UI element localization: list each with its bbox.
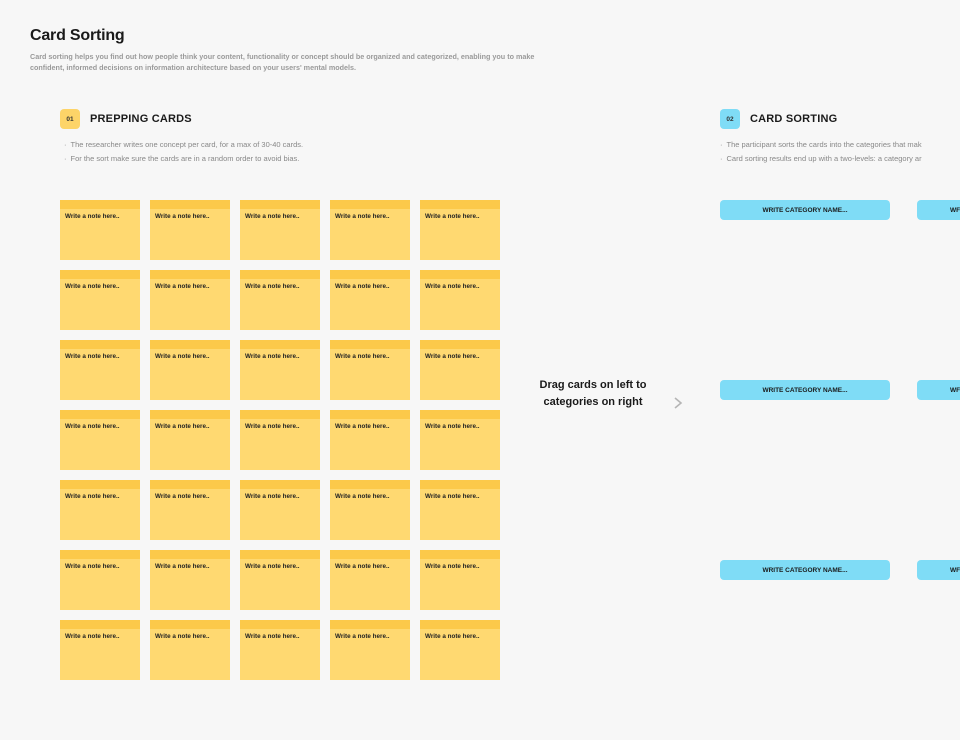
sticky-note-card[interactable]: Write a note here..	[150, 550, 230, 610]
sticky-note-text: Write a note here..	[245, 633, 300, 640]
sticky-note-text: Write a note here..	[65, 493, 120, 500]
sticky-note-card[interactable]: Write a note here..	[240, 200, 320, 260]
sorting-bullets: The participant sorts the cards into the…	[720, 138, 922, 166]
sticky-note-text: Write a note here..	[245, 563, 300, 570]
sticky-note-card[interactable]: Write a note here..	[60, 550, 140, 610]
sticky-note-card[interactable]: Write a note here..	[420, 270, 500, 330]
sticky-note-card[interactable]: Write a note here..	[330, 200, 410, 260]
sticky-note-card[interactable]: Write a note here..	[420, 410, 500, 470]
sticky-note-card[interactable]: Write a note here..	[330, 410, 410, 470]
sticky-note-card[interactable]: Write a note here..	[330, 340, 410, 400]
prepping-bullets: The researcher writes one concept per ca…	[64, 138, 304, 166]
bullet-item: The participant sorts the cards into the…	[720, 138, 922, 152]
sticky-note-text: Write a note here..	[155, 493, 210, 500]
sticky-note-card[interactable]: Write a note here..	[150, 340, 230, 400]
sticky-note-card[interactable]: Write a note here..	[240, 270, 320, 330]
sticky-note-card[interactable]: Write a note here..	[150, 270, 230, 330]
sticky-note-card[interactable]: Write a note here..	[240, 480, 320, 540]
step-badge-01: 01	[60, 109, 80, 129]
sticky-note-text: Write a note here..	[155, 563, 210, 570]
sticky-note-card[interactable]: Write a note here..	[240, 410, 320, 470]
category-label[interactable]: WRITE CATEGORY NAME...	[720, 560, 890, 580]
sticky-note-text: Write a note here..	[335, 423, 390, 430]
sticky-note-card[interactable]: Write a note here..	[60, 480, 140, 540]
page-title: Card Sorting	[30, 27, 125, 44]
sticky-note-card[interactable]: Write a note here..	[240, 340, 320, 400]
sticky-note-text: Write a note here..	[425, 423, 480, 430]
sticky-note-text: Write a note here..	[425, 213, 480, 220]
category-label[interactable]: WF	[917, 200, 960, 220]
sticky-note-text: Write a note here..	[245, 493, 300, 500]
category-label[interactable]: WRITE CATEGORY NAME...	[720, 380, 890, 400]
sticky-note-text: Write a note here..	[155, 353, 210, 360]
sticky-note-card[interactable]: Write a note here..	[330, 620, 410, 680]
chevron-right-icon	[674, 397, 683, 409]
sticky-note-text: Write a note here..	[425, 283, 480, 290]
sticky-note-card[interactable]: Write a note here..	[150, 200, 230, 260]
sticky-note-card[interactable]: Write a note here..	[150, 620, 230, 680]
sticky-note-card[interactable]: Write a note here..	[330, 270, 410, 330]
sticky-note-card[interactable]: Write a note here..	[420, 550, 500, 610]
sticky-note-text: Write a note here..	[65, 563, 120, 570]
drag-instruction: Drag cards on left to categories on righ…	[539, 379, 647, 408]
sticky-note-text: Write a note here..	[335, 563, 390, 570]
sticky-note-card[interactable]: Write a note here..	[330, 550, 410, 610]
sticky-note-text: Write a note here..	[155, 213, 210, 220]
section-title-prepping: PREPPING CARDS	[90, 113, 192, 125]
sticky-note-text: Write a note here..	[335, 213, 390, 220]
section-sorting-header: 02 CARD SORTING	[720, 109, 837, 129]
sticky-note-card[interactable]: Write a note here..	[420, 340, 500, 400]
sticky-note-text: Write a note here..	[65, 633, 120, 640]
sticky-note-text: Write a note here..	[65, 423, 120, 430]
sticky-note-card[interactable]: Write a note here..	[330, 480, 410, 540]
sticky-note-card[interactable]: Write a note here..	[60, 620, 140, 680]
sticky-note-text: Write a note here..	[245, 423, 300, 430]
step-badge-02: 02	[720, 109, 740, 129]
bullet-item: Card sorting results end up with a two-l…	[720, 152, 922, 166]
sticky-note-card[interactable]: Write a note here..	[240, 620, 320, 680]
sticky-note-text: Write a note here..	[245, 353, 300, 360]
sticky-note-text: Write a note here..	[425, 493, 480, 500]
sticky-note-text: Write a note here..	[245, 213, 300, 220]
bullet-item: For the sort make sure the cards are in …	[64, 152, 303, 166]
sticky-note-card[interactable]: Write a note here..	[150, 480, 230, 540]
sticky-note-text: Write a note here..	[425, 633, 480, 640]
sticky-note-card[interactable]: Write a note here..	[60, 270, 140, 330]
sticky-note-text: Write a note here..	[335, 493, 390, 500]
category-label[interactable]: WF	[917, 560, 960, 580]
sticky-note-card[interactable]: Write a note here..	[150, 410, 230, 470]
sticky-note-card[interactable]: Write a note here..	[420, 620, 500, 680]
sticky-note-text: Write a note here..	[155, 283, 210, 290]
sticky-note-text: Write a note here..	[65, 213, 120, 220]
sticky-note-text: Write a note here..	[245, 283, 300, 290]
sticky-note-card[interactable]: Write a note here..	[420, 480, 500, 540]
sticky-note-text: Write a note here..	[155, 423, 210, 430]
category-label[interactable]: WF	[917, 380, 960, 400]
sticky-note-card[interactable]: Write a note here..	[60, 410, 140, 470]
page-description: Card sorting helps you find out how peop…	[30, 52, 535, 72]
section-prepping-header: 01 PREPPING CARDS	[60, 109, 192, 129]
sticky-note-text: Write a note here..	[65, 283, 120, 290]
sticky-note-text: Write a note here..	[335, 353, 390, 360]
sticky-note-card[interactable]: Write a note here..	[60, 200, 140, 260]
sticky-note-text: Write a note here..	[425, 563, 480, 570]
sticky-note-card[interactable]: Write a note here..	[240, 550, 320, 610]
sticky-note-card[interactable]: Write a note here..	[420, 200, 500, 260]
sticky-note-text: Write a note here..	[335, 283, 390, 290]
sticky-note-text: Write a note here..	[65, 353, 120, 360]
section-title-sorting: CARD SORTING	[750, 113, 838, 125]
sticky-note-text: Write a note here..	[425, 353, 480, 360]
bullet-item: The researcher writes one concept per ca…	[64, 138, 304, 152]
sticky-note-text: Write a note here..	[155, 633, 210, 640]
sticky-notes-grid: Write a note here.. Write a note here.. Wr…	[60, 200, 500, 680]
sticky-note-card[interactable]: Write a note here..	[60, 340, 140, 400]
category-label[interactable]: WRITE CATEGORY NAME...	[720, 200, 890, 220]
sticky-note-text: Write a note here..	[335, 633, 390, 640]
